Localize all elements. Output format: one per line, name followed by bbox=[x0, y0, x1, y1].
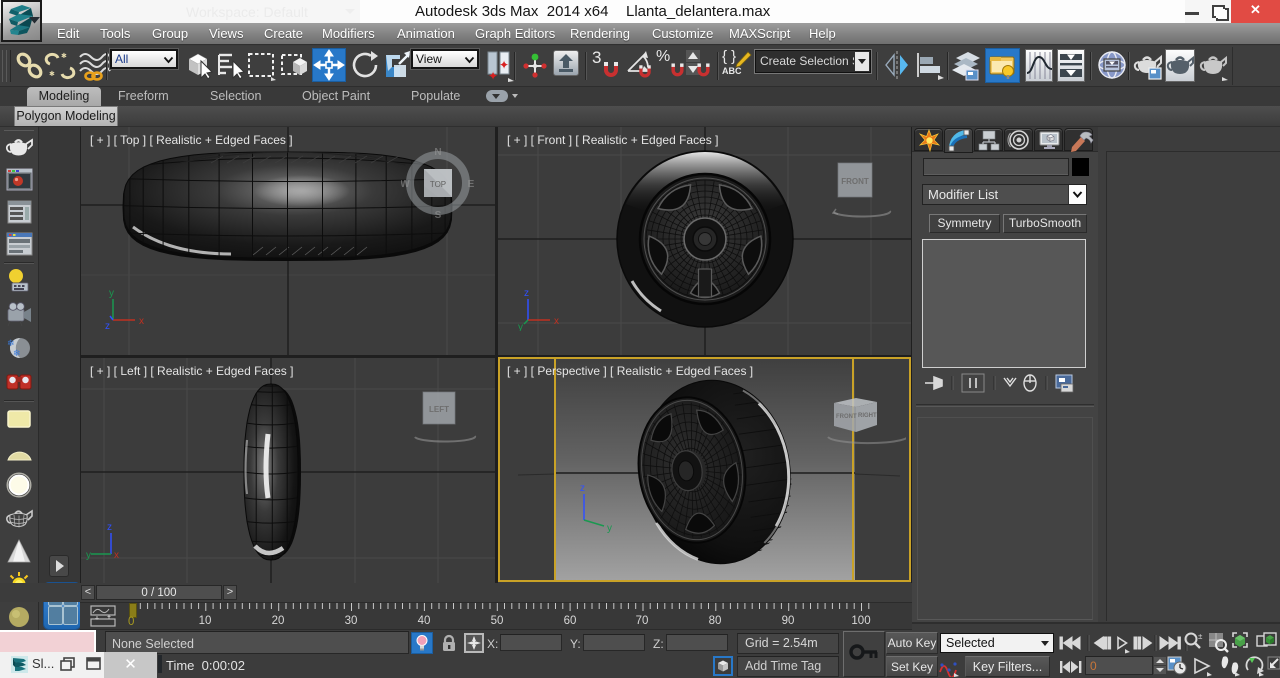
svg-text:x: x bbox=[139, 316, 144, 327]
svg-text:E: E bbox=[468, 179, 475, 190]
svg-text:z: z bbox=[105, 321, 110, 331]
svg-text:✦: ✦ bbox=[499, 58, 509, 72]
svg-text:❄: ❄ bbox=[13, 348, 21, 358]
svg-text:TOP: TOP bbox=[430, 180, 446, 189]
svg-text:z: z bbox=[524, 288, 529, 299]
svg-text:y: y bbox=[607, 523, 612, 534]
svg-text:✦: ✦ bbox=[488, 69, 498, 83]
svg-text:y: y bbox=[109, 288, 114, 299]
svg-text:N: N bbox=[434, 147, 441, 158]
svg-text:±: ± bbox=[1198, 632, 1203, 641]
svg-text:z: z bbox=[580, 483, 585, 494]
svg-text:W: W bbox=[401, 179, 410, 190]
svg-text:FRONT: FRONT bbox=[841, 177, 869, 186]
svg-text:❄: ❄ bbox=[7, 338, 15, 348]
svg-text:RIGHT: RIGHT bbox=[858, 413, 877, 419]
svg-text:✱: ✱ bbox=[49, 70, 55, 78]
svg-text:LEFT: LEFT bbox=[429, 405, 449, 414]
svg-text:x: x bbox=[554, 316, 559, 327]
svg-text:x: x bbox=[114, 550, 119, 561]
svg-text:✱: ✱ bbox=[61, 52, 67, 60]
svg-text:S: S bbox=[435, 210, 442, 220]
svg-text:y: y bbox=[86, 550, 91, 561]
svg-text:FRONT: FRONT bbox=[836, 414, 857, 420]
svg-text:z: z bbox=[107, 522, 112, 533]
svg-text:y: y bbox=[518, 322, 523, 331]
